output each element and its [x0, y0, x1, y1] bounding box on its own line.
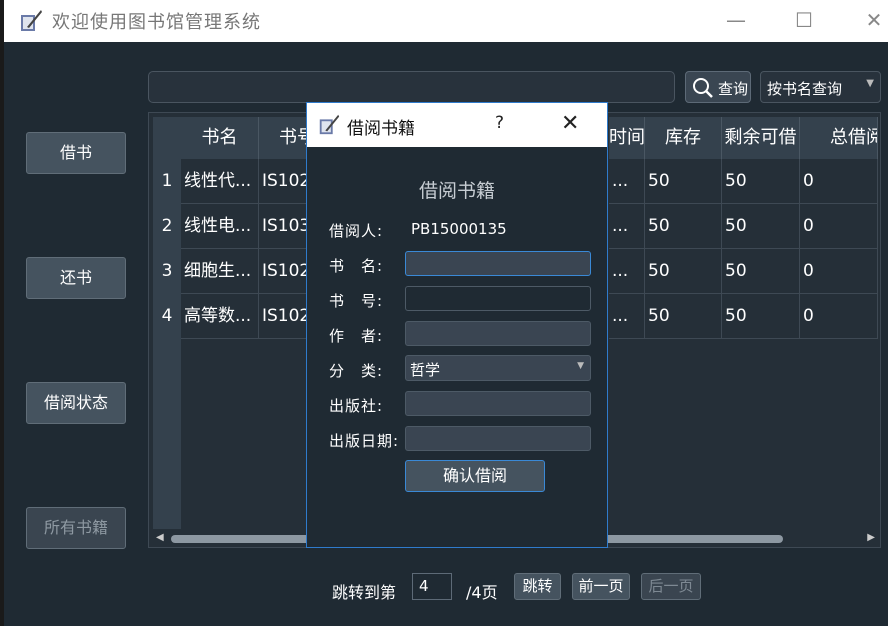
book-title-field[interactable]: [405, 251, 591, 276]
table-cell[interactable]: 高等数...: [181, 294, 259, 339]
dialog-heading: 借阅书籍: [418, 180, 495, 202]
query-button-label: 查询: [718, 80, 749, 98]
table-cell[interactable]: 50: [645, 204, 722, 249]
jump-button[interactable]: 跳转: [514, 573, 561, 600]
chevron-down-icon: ▼: [577, 361, 584, 371]
table-cell[interactable]: ...: [609, 294, 645, 339]
table-cell[interactable]: 0: [800, 294, 878, 339]
close-window-button[interactable]: ✕: [854, 4, 888, 36]
table-cell[interactable]: ...: [609, 249, 645, 294]
row-number: 4: [161, 306, 173, 326]
book-title-label: 书 名:: [329, 257, 384, 275]
table-cell[interactable]: 0: [800, 204, 878, 249]
borrower-value: PB15000135: [411, 220, 507, 238]
chevron-down-icon: ▼: [866, 78, 874, 89]
row-number: 1: [161, 171, 173, 191]
scroll-right-icon[interactable]: ▶: [867, 531, 875, 545]
search-mode-select[interactable]: 按书名查询 ▼: [760, 71, 881, 103]
quill-book-icon: [21, 10, 42, 31]
table-cell[interactable]: 50: [722, 249, 800, 294]
row-number: 3: [161, 261, 173, 281]
borrow-dialog: 借阅书籍 ? ✕ 借阅书籍 借阅人: PB15000135 书 名: 书 号: …: [306, 102, 608, 548]
column-header-stock[interactable]: 库存: [645, 117, 722, 159]
next-page-button[interactable]: 后一页: [641, 573, 701, 600]
table-corner: [153, 117, 181, 159]
total-pages-label: /4页: [466, 583, 498, 602]
minimize-button[interactable]: —: [716, 4, 756, 36]
category-label: 分 类:: [329, 362, 384, 380]
column-header-available[interactable]: 剩余可借: [722, 117, 800, 159]
quill-book-icon: [319, 114, 340, 135]
publisher-field[interactable]: [405, 391, 591, 416]
confirm-borrow-button[interactable]: 确认借阅: [405, 460, 545, 492]
publisher-label: 出版社:: [329, 397, 384, 415]
table-cell[interactable]: 50: [722, 204, 800, 249]
table-cell[interactable]: 细胞生...: [181, 249, 259, 294]
row-number: 2: [161, 216, 173, 236]
query-button[interactable]: 查询: [685, 71, 751, 103]
category-select[interactable]: 哲学 ▼: [405, 355, 591, 381]
main-titlebar: 欢迎使用图书馆管理系统 — ☐ ✕: [0, 0, 888, 42]
scroll-left-icon[interactable]: ◀: [156, 531, 164, 545]
dialog-title: 借阅书籍: [347, 119, 415, 139]
publish-date-field[interactable]: [405, 426, 591, 451]
window-title: 欢迎使用图书馆管理系统: [52, 12, 261, 33]
previous-page-button[interactable]: 前一页: [572, 573, 630, 600]
page-number-input[interactable]: 4: [412, 573, 452, 600]
category-value: 哲学: [410, 361, 441, 379]
column-header-title[interactable]: 书名: [181, 117, 259, 159]
goto-page-label: 跳转到第: [332, 583, 397, 602]
dialog-titlebar: 借阅书籍 ? ✕: [307, 103, 607, 147]
author-label: 作 者:: [329, 327, 384, 345]
author-field[interactable]: [405, 321, 591, 346]
column-header-total[interactable]: 总借阅: [800, 117, 878, 159]
column-header-time[interactable]: 时间: [609, 117, 645, 159]
table-cell[interactable]: 0: [800, 159, 878, 204]
search-input[interactable]: [148, 71, 675, 103]
publish-date-label: 出版日期:: [329, 432, 400, 450]
return-button[interactable]: 还书: [26, 257, 126, 299]
dialog-close-button[interactable]: ✕: [561, 111, 579, 136]
table-cell[interactable]: 线性电...: [181, 204, 259, 249]
book-number-label: 书 号:: [329, 292, 384, 310]
book-number-field[interactable]: [405, 286, 591, 311]
magnifier-icon: [693, 78, 713, 98]
table-cell[interactable]: ...: [609, 204, 645, 249]
search-mode-value: 按书名查询: [767, 80, 843, 98]
borrow-status-button[interactable]: 借阅状态: [26, 382, 126, 424]
table-cell[interactable]: 50: [722, 159, 800, 204]
table-cell[interactable]: 50: [645, 159, 722, 204]
table-cell[interactable]: 50: [645, 294, 722, 339]
table-cell[interactable]: 线性代...: [181, 159, 259, 204]
table-cell[interactable]: 50: [722, 294, 800, 339]
table-cell[interactable]: ...: [609, 159, 645, 204]
borrower-label: 借阅人:: [329, 222, 384, 240]
maximize-button[interactable]: ☐: [784, 4, 824, 36]
borrow-button[interactable]: 借书: [26, 132, 126, 174]
help-button[interactable]: ?: [495, 113, 504, 133]
table-cell[interactable]: 0: [800, 249, 878, 294]
all-books-button[interactable]: 所有书籍: [26, 507, 126, 549]
table-cell[interactable]: 50: [645, 249, 722, 294]
